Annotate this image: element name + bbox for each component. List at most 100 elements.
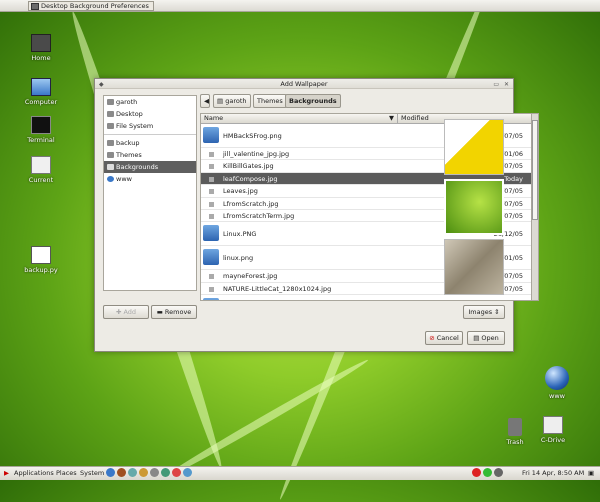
dialog-titlebar[interactable]: Add Wallpaper ◆ ▭ ✕ [95, 79, 513, 89]
file-icon [209, 274, 214, 280]
back-arrow-icon[interactable]: ◀ [200, 94, 210, 108]
modified-column-header[interactable]: Modified [401, 114, 429, 123]
folder-icon [107, 164, 114, 170]
place-desktop[interactable]: Desktop [104, 108, 196, 120]
file-icon [203, 225, 219, 242]
place-themes[interactable]: Themes [104, 149, 196, 161]
system-menu[interactable]: System [80, 467, 104, 480]
place-file-system[interactable]: File System [104, 120, 196, 132]
folder-icon [107, 152, 114, 158]
file-name: pepper.png [223, 295, 260, 300]
update-icon[interactable] [483, 468, 492, 477]
trash-icon [508, 418, 522, 436]
menu-icon[interactable]: ◆ [99, 80, 104, 90]
file-icon [209, 213, 214, 219]
places-divider [104, 134, 196, 135]
file-icon [203, 127, 219, 143]
close-icon[interactable]: ✕ [504, 80, 509, 90]
file-icon [209, 286, 214, 292]
places-sidebar: garoth Desktop File System backup Themes… [103, 95, 197, 291]
chat-icon[interactable] [128, 468, 137, 477]
desktop-icon-computer[interactable]: Computer [16, 78, 66, 106]
crumb-backgrounds[interactable]: Backgrounds [285, 94, 341, 108]
desktop-icon-backup[interactable]: backup.py [16, 246, 66, 274]
folder-icon [31, 156, 51, 174]
tray-icons [472, 467, 505, 480]
media-icon[interactable] [139, 468, 148, 477]
file-icon [203, 298, 219, 300]
file-name: LfromScratchTerm.jpg [223, 211, 295, 220]
file-name: LfromScratch.jpg [223, 199, 279, 208]
preview-pane [442, 119, 506, 319]
desktop-icon-current[interactable]: Current [16, 156, 66, 184]
network-icon[interactable] [183, 468, 192, 477]
cancel-icon: ⊘ [429, 334, 435, 342]
volume-icon[interactable] [494, 468, 503, 477]
preview-thumbnail-1[interactable] [444, 119, 504, 175]
script-icon [31, 246, 51, 264]
file-name: Leaves.jpg [223, 187, 258, 196]
column-divider [397, 114, 398, 123]
drive-icon [543, 416, 563, 434]
desktop-icon-home[interactable]: Home [16, 34, 66, 62]
file-icon [203, 249, 219, 266]
drive-icon [107, 123, 114, 129]
add-wallpaper-dialog: Add Wallpaper ◆ ▭ ✕ garoth Desktop File … [94, 78, 539, 352]
desktop-icon-terminal[interactable]: Terminal [16, 116, 66, 144]
sort-arrow-icon[interactable]: ▼ [389, 114, 394, 123]
launcher-icons [106, 467, 194, 480]
main-menu-icon[interactable]: ▶ [4, 467, 9, 480]
home-icon [107, 99, 114, 105]
alert-icon[interactable] [472, 468, 481, 477]
name-column-header[interactable]: Name [204, 114, 223, 123]
file-name: jill_valentine_jpg.jpg [223, 150, 290, 158]
desktop-icon-www[interactable]: www [532, 366, 582, 400]
folder-icon [107, 140, 114, 146]
file-name: KillBillGates.jpg [223, 162, 274, 171]
cancel-button[interactable]: ⊘ Cancel [425, 331, 463, 345]
preview-thumbnail-2[interactable] [444, 179, 504, 235]
bottom-panel: ▶ Applications Places System Fri 14 Apr,… [0, 466, 600, 480]
globe-icon [545, 366, 569, 390]
office-icon[interactable] [172, 468, 181, 477]
globe-icon [107, 176, 114, 182]
file-name: linux.png [223, 254, 254, 263]
file-name: mayneForest.jpg [223, 272, 278, 281]
editor-icon[interactable] [150, 468, 159, 477]
crumb-garoth[interactable]: ▤ garoth [213, 94, 251, 108]
file-type-filter[interactable]: Images ⇕ [463, 305, 505, 319]
terminal-launcher-icon[interactable] [161, 468, 170, 477]
place-garoth[interactable]: garoth [104, 96, 196, 108]
file-name: NATURE-LittleCat_1280x1024.jpg [223, 284, 332, 293]
mail-icon[interactable] [117, 468, 126, 477]
computer-icon [31, 78, 51, 96]
remove-button[interactable]: ▬ Remove [151, 305, 197, 319]
applications-menu[interactable]: Applications [14, 467, 54, 480]
file-icon [209, 176, 214, 182]
file-name: HMBackSFrog.png [223, 132, 282, 140]
open-button[interactable]: ▤ Open [467, 331, 505, 345]
scrollbar[interactable] [531, 113, 539, 301]
file-icon [209, 164, 214, 170]
places-menu[interactable]: Places [56, 467, 77, 480]
crumb-themes[interactable]: Themes [253, 94, 287, 108]
show-desktop-icon[interactable]: ▣ [588, 467, 594, 480]
file-name: leafCompose.jpg [223, 174, 278, 183]
scrollbar-thumb[interactable] [532, 120, 538, 220]
terminal-icon [31, 116, 51, 134]
desktop-icon-c-drive[interactable]: C-Drive [528, 416, 578, 444]
preferences-icon [31, 3, 39, 10]
file-name: Linux.PNG [223, 230, 257, 239]
preview-thumbnail-3[interactable] [444, 239, 504, 295]
clock[interactable]: Fri 14 Apr, 8:50 AM [522, 467, 584, 480]
place-backup[interactable]: backup [104, 137, 196, 149]
place-backgrounds[interactable]: Backgrounds [104, 161, 196, 173]
minimize-icon[interactable]: ▭ [493, 80, 499, 90]
desktop-icon [107, 111, 114, 117]
file-icon [209, 189, 214, 195]
top-panel: Desktop Background Preferences [0, 0, 600, 12]
taskbar-button[interactable]: Desktop Background Preferences [28, 1, 154, 11]
place-www[interactable]: www [104, 173, 196, 185]
add-button[interactable]: ✚ Add [103, 305, 149, 319]
browser-icon[interactable] [106, 468, 115, 477]
